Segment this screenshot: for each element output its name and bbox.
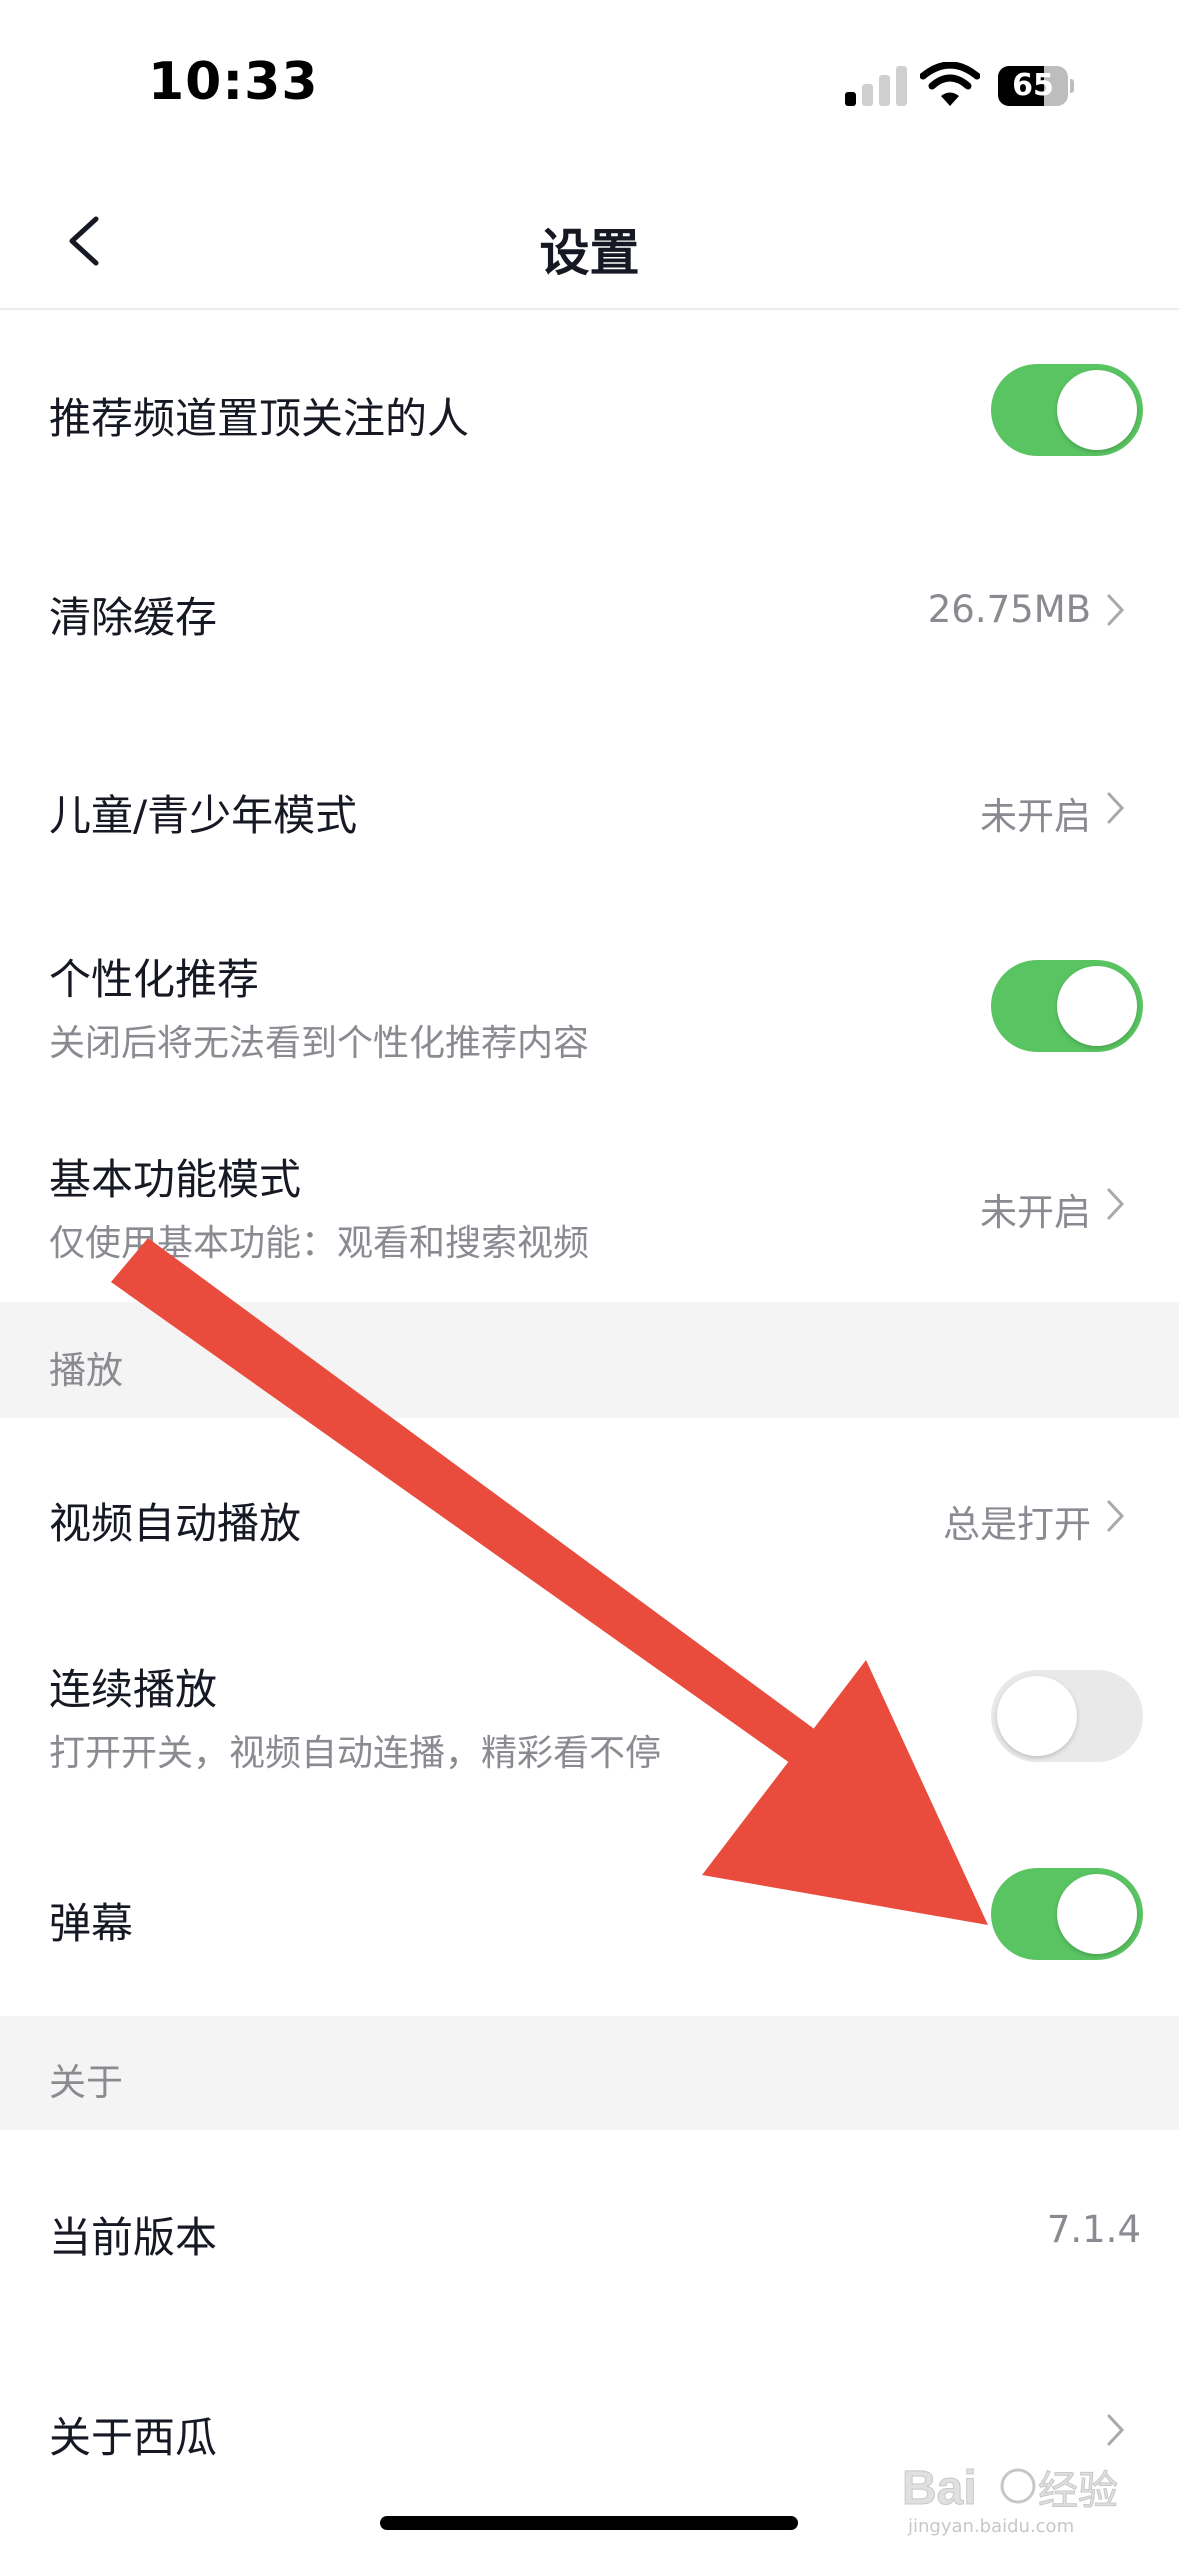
svg-text:jingyan.baidu.com: jingyan.baidu.com xyxy=(907,2516,1074,2537)
setting-label: 儿童/青少年模式 xyxy=(49,791,358,840)
section-label: 关于 xyxy=(49,2061,123,2104)
chevron-right-icon xyxy=(1107,2414,1125,2446)
wifi-icon xyxy=(920,62,980,106)
setting-row-clear-cache[interactable]: 清除缓存 26.75MB xyxy=(0,510,1179,710)
setting-label: 清除缓存 xyxy=(49,593,218,642)
setting-label: 个性化推荐 xyxy=(49,955,260,1004)
pin-followed-toggle[interactable] xyxy=(991,364,1143,456)
kids-mode-value: 未开启 xyxy=(980,795,1091,838)
setting-row-kids-mode[interactable]: 儿童/青少年模式 未开启 xyxy=(0,710,1179,910)
setting-row-basic-mode[interactable]: 基本功能模式 仅使用基本功能：观看和搜索视频 未开启 xyxy=(0,1110,1179,1302)
setting-label: 视频自动播放 xyxy=(49,1499,302,1548)
status-time: 10:33 xyxy=(148,52,319,112)
setting-description: 仅使用基本功能：观看和搜索视频 xyxy=(49,1223,590,1264)
battery-icon: 65 xyxy=(998,66,1074,106)
autoplay-value: 总是打开 xyxy=(943,1503,1091,1546)
setting-row-pin-followed: 推荐频道置顶关注的人 xyxy=(0,310,1179,510)
chevron-right-icon xyxy=(1107,1500,1125,1532)
chevron-right-icon xyxy=(1107,594,1125,626)
chevron-right-icon xyxy=(1107,1188,1125,1220)
setting-label: 关于西瓜 xyxy=(49,2413,218,2462)
setting-label: 连续播放 xyxy=(49,1665,218,1714)
page-title: 设置 xyxy=(539,224,640,282)
continuous-play-toggle[interactable] xyxy=(991,1670,1143,1762)
setting-row-continuous-play: 连续播放 打开开关，视频自动连播，精彩看不停 xyxy=(0,1618,1179,1818)
setting-label: 基本功能模式 xyxy=(49,1155,302,1204)
setting-row-autoplay[interactable]: 视频自动播放 总是打开 xyxy=(0,1418,1179,1618)
basic-mode-value: 未开启 xyxy=(980,1191,1091,1234)
setting-label: 当前版本 xyxy=(49,2213,218,2262)
setting-row-personalized: 个性化推荐 关闭后将无法看到个性化推荐内容 xyxy=(0,910,1179,1110)
status-bar: 10:33 65 xyxy=(0,0,1179,175)
setting-description: 关闭后将无法看到个性化推荐内容 xyxy=(49,1023,590,1064)
section-label: 播放 xyxy=(49,1349,123,1392)
section-header-playback: 播放 xyxy=(0,1302,1179,1418)
setting-row-version: 当前版本 7.1.4 xyxy=(0,2130,1179,2330)
version-value: 7.1.4 xyxy=(1046,2208,1141,2251)
danmaku-toggle[interactable] xyxy=(991,1868,1143,1960)
battery-percent: 65 xyxy=(1012,68,1054,103)
watermark-logo: Bai 经验 jingyan.baidu.com xyxy=(900,2448,1150,2538)
cellular-signal-icon xyxy=(845,66,907,106)
setting-label: 推荐频道置顶关注的人 xyxy=(49,394,470,443)
chevron-right-icon xyxy=(1107,792,1125,824)
svg-text:经验: 经验 xyxy=(1038,2468,1118,2514)
personalized-toggle[interactable] xyxy=(991,960,1143,1052)
svg-text:Bai: Bai xyxy=(902,2462,977,2515)
cache-size-value: 26.75MB xyxy=(927,588,1091,631)
setting-label: 弹幕 xyxy=(49,1899,134,1948)
home-indicator xyxy=(380,2516,798,2530)
nav-bar: 设置 xyxy=(0,175,1179,310)
section-header-about: 关于 xyxy=(0,2016,1179,2130)
setting-row-danmaku: 弹幕 xyxy=(0,1818,1179,2016)
setting-description: 打开开关，视频自动连播，精彩看不停 xyxy=(49,1733,662,1774)
